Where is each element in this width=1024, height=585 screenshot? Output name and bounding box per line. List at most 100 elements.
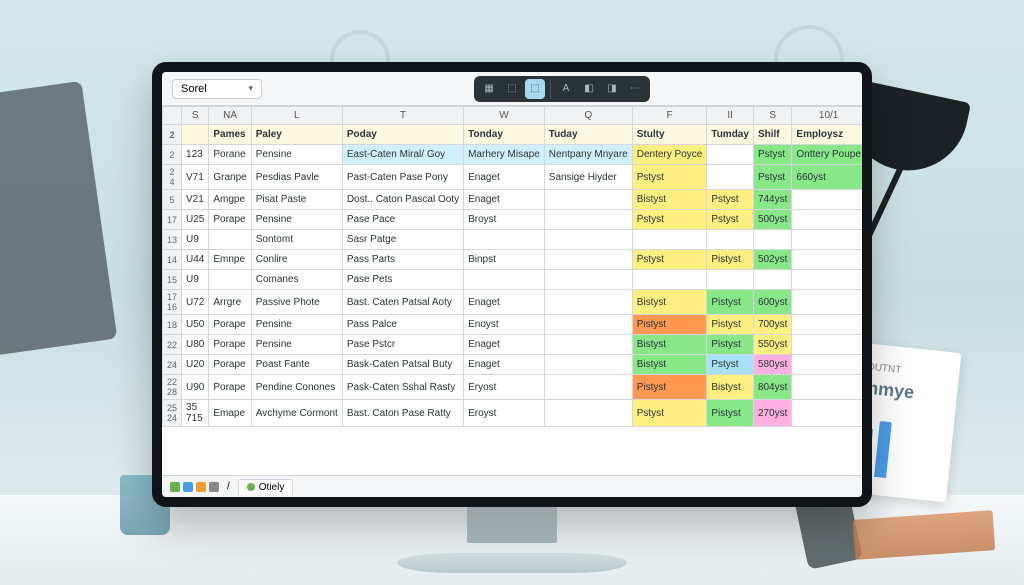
cell[interactable]: Enaget: [464, 165, 545, 190]
cell[interactable]: Pass Palce: [342, 315, 463, 335]
cell[interactable]: [544, 190, 632, 210]
cell[interactable]: [544, 335, 632, 355]
cell[interactable]: [792, 250, 862, 270]
cell[interactable]: 580yst: [753, 355, 791, 375]
row-header[interactable]: 2: [163, 125, 182, 145]
cell[interactable]: U80: [182, 335, 209, 355]
cell[interactable]: [544, 250, 632, 270]
cell[interactable]: U50: [182, 315, 209, 335]
cell[interactable]: Sontomt: [251, 230, 342, 250]
cell[interactable]: Pase Pstcr: [342, 335, 463, 355]
cell[interactable]: Nentpany Mnyare: [544, 145, 632, 165]
document-name-dropdown[interactable]: Sorel ▾: [172, 79, 262, 99]
cell[interactable]: Onttery Poupe: [792, 145, 862, 165]
cell[interactable]: Bast. Caten Patsal Aoty: [342, 290, 463, 315]
cell[interactable]: U9: [182, 270, 209, 290]
cell[interactable]: [632, 230, 707, 250]
cell[interactable]: Pstyst: [707, 210, 754, 230]
cell[interactable]: East-Caten Miral/ Goy: [342, 145, 463, 165]
cell[interactable]: Pensine: [251, 315, 342, 335]
cell[interactable]: Bask-Caten Patsal Buty: [342, 355, 463, 375]
row-header[interactable]: 13: [163, 230, 182, 250]
cell[interactable]: Passive Phote: [251, 290, 342, 315]
header-cell[interactable]: Tuday: [544, 125, 632, 145]
cell[interactable]: [792, 355, 862, 375]
cell[interactable]: Pistyst: [707, 315, 754, 335]
cell[interactable]: [464, 270, 545, 290]
cell[interactable]: [707, 145, 754, 165]
cell[interactable]: [209, 270, 251, 290]
header-cell[interactable]: Paley: [251, 125, 342, 145]
row-header[interactable]: 2228: [163, 375, 182, 400]
column-header[interactable]: NA: [209, 107, 251, 125]
cell[interactable]: Binpst: [464, 250, 545, 270]
cell[interactable]: Amgpe: [209, 190, 251, 210]
spreadsheet-viewport[interactable]: SNALTWQFIIS10/1 2PamesPaleyPodayTondayTu…: [162, 106, 862, 475]
column-header[interactable]: 10/1: [792, 107, 862, 125]
cell[interactable]: Bistyst: [632, 190, 707, 210]
cell[interactable]: U9: [182, 230, 209, 250]
toolbar-btn-1[interactable]: ▦: [479, 79, 499, 99]
cell[interactable]: Bistyst: [632, 355, 707, 375]
cell[interactable]: Sansige Hiyder: [544, 165, 632, 190]
cell[interactable]: Pstyst: [632, 400, 707, 427]
cell[interactable]: Comanes: [251, 270, 342, 290]
cell[interactable]: Enaget: [464, 190, 545, 210]
cell[interactable]: Arrgre: [209, 290, 251, 315]
cell[interactable]: Sasr Patge: [342, 230, 463, 250]
cell[interactable]: [544, 315, 632, 335]
cell[interactable]: Pistyst: [707, 400, 754, 427]
cell[interactable]: U20: [182, 355, 209, 375]
toolbar-btn-7[interactable]: ⋯: [625, 79, 645, 99]
cell[interactable]: Marhery Misape: [464, 145, 545, 165]
cell[interactable]: [544, 290, 632, 315]
cell[interactable]: [209, 230, 251, 250]
cell[interactable]: Broyst: [464, 210, 545, 230]
toolbar-btn-3[interactable]: ⬚: [525, 79, 545, 99]
cell[interactable]: Porape: [209, 315, 251, 335]
column-header[interactable]: S: [753, 107, 791, 125]
cell[interactable]: Pstyst: [632, 250, 707, 270]
cell[interactable]: 270yst: [753, 400, 791, 427]
cell[interactable]: U25: [182, 210, 209, 230]
row-header[interactable]: 15: [163, 270, 182, 290]
select-all-cell[interactable]: [163, 107, 182, 125]
cell[interactable]: 502yst: [753, 250, 791, 270]
cell[interactable]: Pase Pets: [342, 270, 463, 290]
row-header[interactable]: 24: [163, 355, 182, 375]
cell[interactable]: Pstyst: [707, 355, 754, 375]
cell[interactable]: Porape: [209, 375, 251, 400]
cell[interactable]: [707, 230, 754, 250]
toolbar-btn-5[interactable]: ◧: [579, 79, 599, 99]
row-header[interactable]: 2: [163, 145, 182, 165]
toolbar-btn-6[interactable]: ◨: [602, 79, 622, 99]
column-header[interactable]: Q: [544, 107, 632, 125]
cell[interactable]: Granpe: [209, 165, 251, 190]
cell[interactable]: Pask-Caten Sshal Rasty: [342, 375, 463, 400]
cell[interactable]: [753, 230, 791, 250]
column-header[interactable]: II: [707, 107, 754, 125]
cell[interactable]: V21: [182, 190, 209, 210]
cell[interactable]: [707, 165, 754, 190]
cell[interactable]: Dentery Poyce: [632, 145, 707, 165]
sheet-tab-active[interactable]: Otiely: [238, 479, 294, 495]
cell[interactable]: Pistyst: [707, 250, 754, 270]
cell[interactable]: Pistyst: [707, 335, 754, 355]
cell[interactable]: Porane: [209, 145, 251, 165]
column-header[interactable]: F: [632, 107, 707, 125]
cell[interactable]: Pensine: [251, 210, 342, 230]
cell[interactable]: [544, 230, 632, 250]
cell[interactable]: Pstyst: [753, 165, 791, 190]
cell[interactable]: U90: [182, 375, 209, 400]
header-cell[interactable]: [182, 125, 209, 145]
cell[interactable]: 804yst: [753, 375, 791, 400]
cell[interactable]: Emape: [209, 400, 251, 427]
header-cell[interactable]: Tumday: [707, 125, 754, 145]
cell[interactable]: V71: [182, 165, 209, 190]
row-header[interactable]: 1716: [163, 290, 182, 315]
row-header[interactable]: 2524: [163, 400, 182, 427]
cell[interactable]: Pensine: [251, 335, 342, 355]
cell[interactable]: [792, 375, 862, 400]
column-header[interactable]: T: [342, 107, 463, 125]
cell[interactable]: [464, 230, 545, 250]
